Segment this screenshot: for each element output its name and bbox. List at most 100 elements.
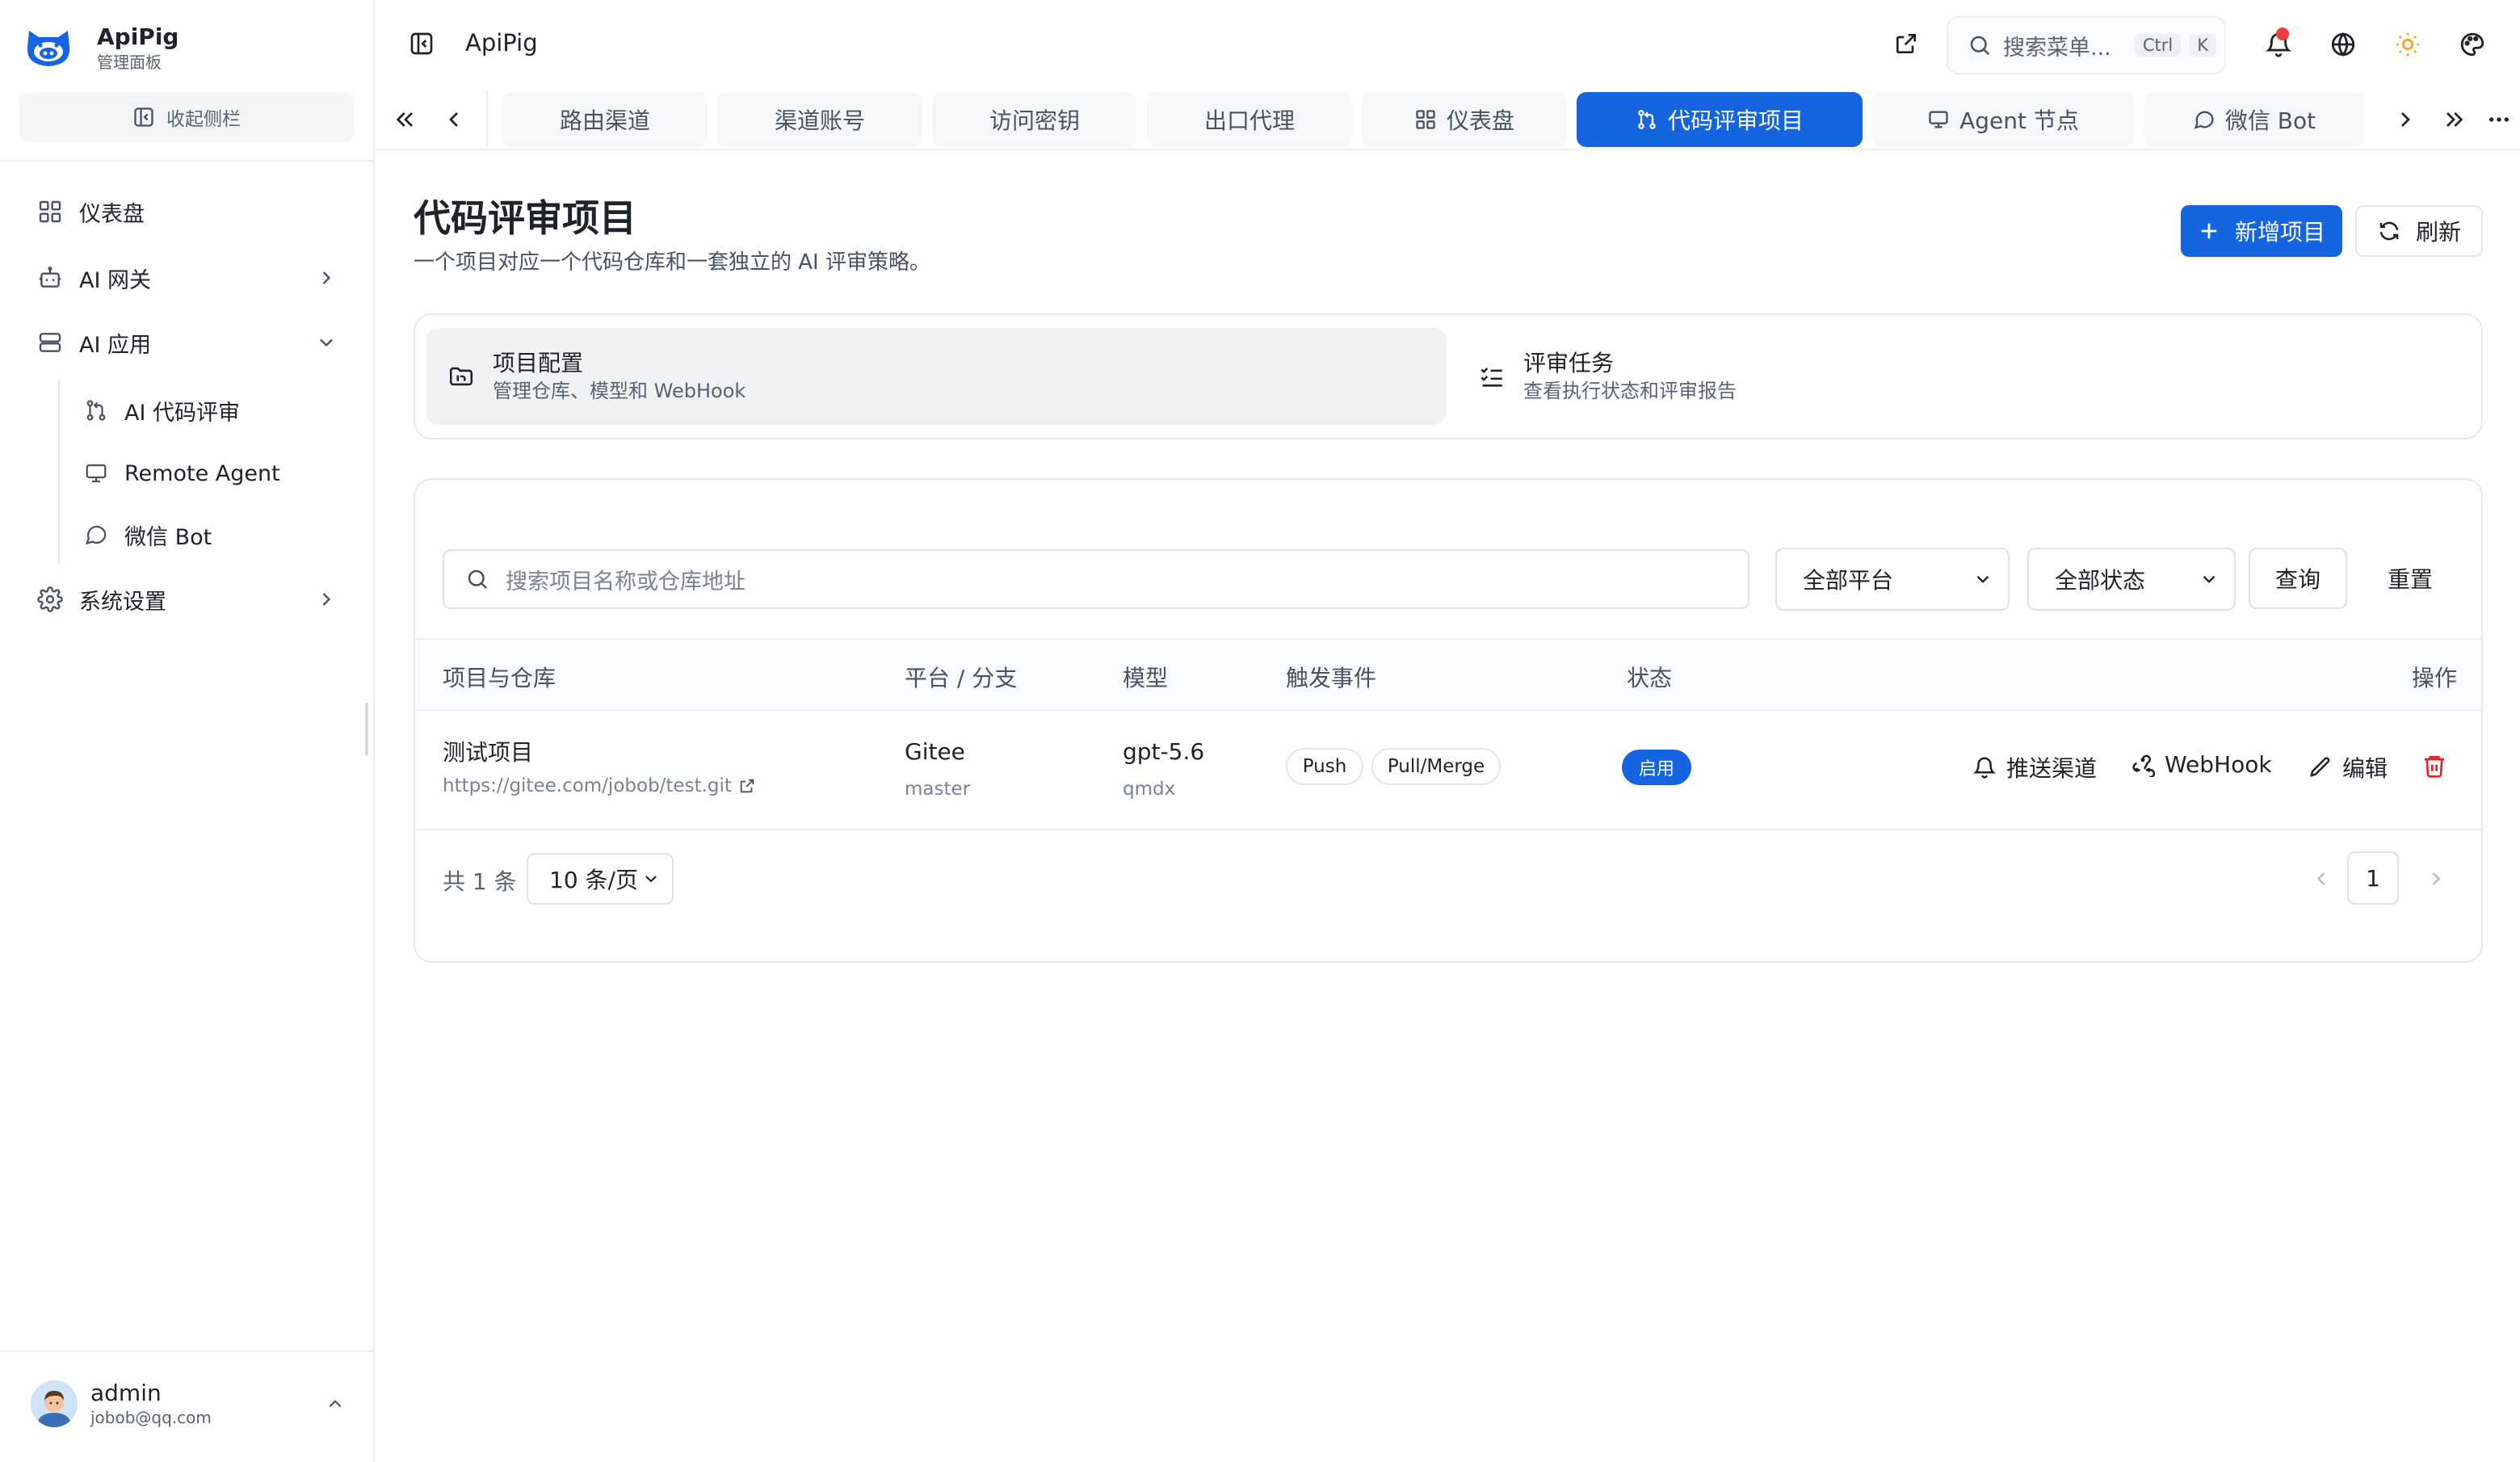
tab-access-key[interactable]: 访问密钥 <box>932 92 1137 147</box>
sidebar-item-label: AI 网关 <box>79 267 152 293</box>
collapse-sidebar-label: 收起侧栏 <box>166 109 241 130</box>
sidebar-subitem-wechat-bot[interactable]: 微信 Bot <box>65 509 354 561</box>
sidebar: ApiPig 管理面板 收起侧栏 仪表盘 AI 网关 AI 应用 AI 代码评审… <box>0 0 375 1462</box>
chevron-right-icon[interactable] <box>2425 868 2447 890</box>
table-row[interactable]: 测试项目 https://gitee.com/jobob/test.git Gi… <box>415 711 2481 830</box>
sidebar-item-system-settings[interactable]: 系统设置 <box>19 573 354 625</box>
add-project-label: 新增项目 <box>2234 219 2325 246</box>
chevrons-left-icon[interactable] <box>393 107 418 132</box>
tab-code-review-projects[interactable]: 代码评审项目 <box>1577 92 1863 147</box>
tab-route-channel[interactable]: 路由渠道 <box>502 92 708 147</box>
plus-icon <box>2201 223 2217 239</box>
page-number-button[interactable]: 1 <box>2347 851 2399 905</box>
segment-review-tasks[interactable]: 评审任务 查看执行状态和评审报告 <box>1457 328 2472 425</box>
tab-agent-nodes[interactable]: Agent 节点 <box>1872 92 2134 147</box>
chevron-down-icon <box>2203 575 2216 583</box>
tab-label: 访问密钥 <box>989 107 1080 134</box>
tab-label: Agent 节点 <box>1959 107 2079 134</box>
top-header: ApiPig 搜索菜单... Ctrl K <box>375 0 2520 89</box>
tab-wechat-bot[interactable]: 微信 Bot <box>2144 92 2365 147</box>
dashboard-icon <box>39 200 61 223</box>
sidebar-item-label: 系统设置 <box>79 589 166 615</box>
chevron-left-icon[interactable] <box>2310 868 2333 890</box>
model-name: gpt-5.6 <box>1123 738 1205 765</box>
edit-action[interactable]: 编辑 <box>2308 751 2388 784</box>
platform-name: Gitee <box>905 738 965 765</box>
external-link-icon[interactable] <box>1893 31 1919 57</box>
sidebar-subitem-remote-agent[interactable]: Remote Agent <box>65 447 354 499</box>
search-placeholder: 搜索项目名称或仓库地址 <box>506 569 746 594</box>
trash-icon[interactable] <box>2421 753 2447 779</box>
segment-title: 评审任务 <box>1523 350 1615 376</box>
tab-label: 仪表盘 <box>1446 107 1514 134</box>
git-pull-request-icon <box>1638 110 1656 129</box>
column-header-platform: 平台 / 分支 <box>905 665 1018 691</box>
globe-icon[interactable] <box>2329 31 2357 58</box>
page-subtitle: 一个项目对应一个代码仓库和一套独立的 AI 评审策略。 <box>414 250 930 275</box>
tab-bar: 路由渠道 渠道账号 访问密钥 出口代理 仪表盘 代码评审项目 Agent 节点 … <box>375 89 2520 150</box>
chevrons-right-icon[interactable] <box>2441 107 2467 132</box>
repo-link[interactable]: https://gitee.com/jobob/test.git <box>443 775 756 796</box>
platform-select[interactable]: 全部平台 <box>1775 548 2010 611</box>
user-name: admin <box>90 1380 162 1406</box>
collapse-sidebar-button[interactable]: 收起侧栏 <box>19 92 354 142</box>
status-select[interactable]: 全部状态 <box>2027 548 2236 611</box>
brand-text: ApiPig 管理面板 <box>97 23 178 74</box>
notification-dot <box>2276 27 2289 40</box>
tab-label: 渠道账号 <box>774 107 865 134</box>
brand-block[interactable]: ApiPig 管理面板 <box>23 23 178 74</box>
sidebar-subitem-ai-code-review[interactable]: AI 代码评审 <box>65 384 354 436</box>
push-channel-action[interactable]: 推送渠道 <box>1972 751 2097 784</box>
webhook-action[interactable]: WebHook <box>2131 751 2272 778</box>
page-title: 代码评审项目 <box>414 196 636 240</box>
user-menu[interactable]: admin jobob@qq.com <box>31 1380 346 1428</box>
sidebar-item-ai-apps[interactable]: AI 应用 <box>19 317 354 368</box>
sidebar-subitem-label: AI 代码评审 <box>124 400 241 426</box>
user-info: admin jobob@qq.com <box>90 1380 325 1428</box>
segment-description: 查看执行状态和评审报告 <box>1523 380 1737 402</box>
tab-egress-proxy[interactable]: 出口代理 <box>1147 92 1352 147</box>
chevron-left-icon[interactable] <box>441 107 467 132</box>
tab-dashboard[interactable]: 仪表盘 <box>1362 92 1567 147</box>
sidebar-resize-handle[interactable] <box>365 703 368 756</box>
status-badge: 启用 <box>1622 750 1691 785</box>
search-icon <box>1970 36 1990 56</box>
monitor-icon <box>86 464 107 483</box>
page-size-select[interactable]: 10 条/页 <box>527 853 674 905</box>
repo-url: https://gitee.com/jobob/test.git <box>443 775 732 796</box>
refresh-label: 刷新 <box>2415 219 2461 246</box>
project-search-input[interactable]: 搜索项目名称或仓库地址 <box>443 549 1749 609</box>
column-header-project: 项目与仓库 <box>443 665 556 691</box>
refresh-button[interactable]: 刷新 <box>2355 205 2483 257</box>
total-count: 共 1 条 <box>443 868 517 895</box>
segment-description: 管理仓库、模型和 WebHook <box>493 380 746 402</box>
project-name: 测试项目 <box>443 739 534 766</box>
sidebar-subitem-label: 微信 Bot <box>124 524 212 550</box>
pencil-icon <box>2310 757 2330 777</box>
sidebar-toggle-icon[interactable] <box>409 31 435 57</box>
column-header-status: 状态 <box>1627 665 1673 691</box>
more-horizontal-icon[interactable] <box>2486 107 2512 132</box>
chevron-right-icon[interactable] <box>2392 107 2418 132</box>
dashboard-icon <box>1416 110 1435 129</box>
tab-channel-account[interactable]: 渠道账号 <box>717 92 922 147</box>
menu-search-box[interactable]: 搜索菜单... Ctrl K <box>1947 16 2226 74</box>
sidebar-item-dashboard[interactable]: 仪表盘 <box>19 186 354 237</box>
chevron-right-icon <box>322 271 331 284</box>
gear-icon <box>37 586 63 612</box>
header-title: ApiPig <box>465 29 538 57</box>
bot-icon <box>39 267 61 288</box>
sun-icon[interactable] <box>2394 31 2421 58</box>
segment-project-config[interactable]: 项目配置 管理仓库、模型和 WebHook <box>426 328 1446 425</box>
sidebar-item-ai-gateway[interactable]: AI 网关 <box>19 252 354 304</box>
palette-icon[interactable] <box>2459 31 2486 58</box>
sidebar-item-label: 仪表盘 <box>79 201 145 227</box>
tab-label: 微信 Bot <box>2224 107 2316 134</box>
search-placeholder: 搜索菜单... <box>2003 35 2111 61</box>
reset-button[interactable]: 重置 <box>2360 548 2460 609</box>
status-select-value: 全部状态 <box>2055 567 2146 594</box>
query-button[interactable]: 查询 <box>2249 548 2347 609</box>
tab-label: 路由渠道 <box>559 107 650 134</box>
add-project-button[interactable]: 新增项目 <box>2181 205 2342 257</box>
tab-label: 代码评审项目 <box>1667 107 1804 134</box>
